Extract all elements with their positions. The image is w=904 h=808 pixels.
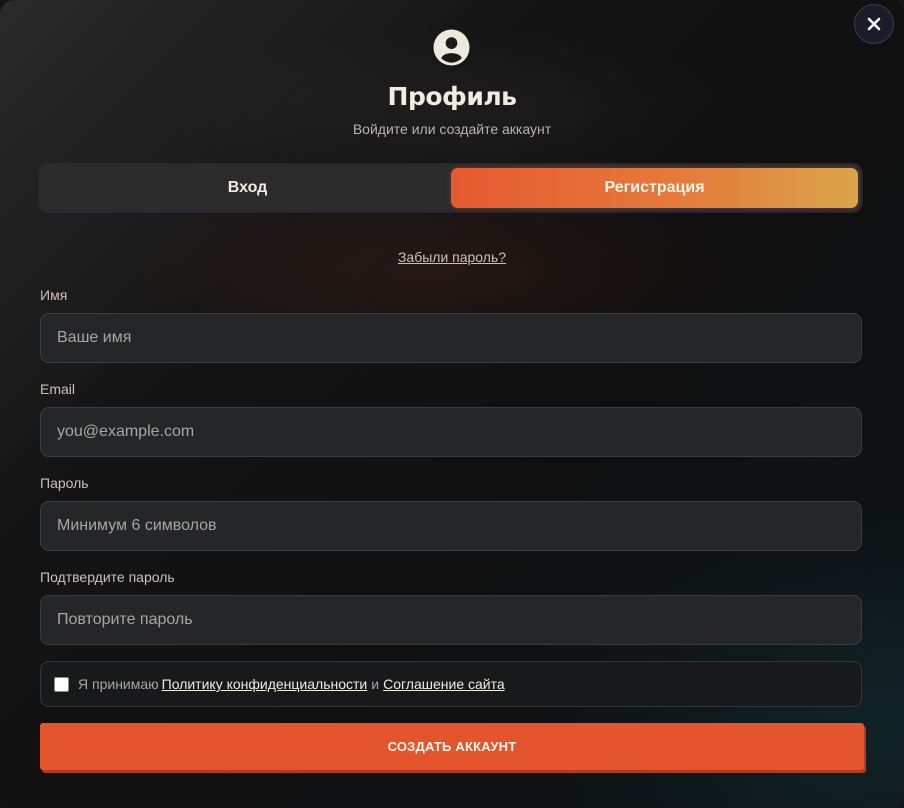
consent-row: Я принимаю Политику конфиденциальности и… xyxy=(40,661,862,707)
profile-modal: Профиль Войдите или создайте аккаунт Вхо… xyxy=(0,0,904,808)
consent-conjunction: и xyxy=(371,676,380,692)
terms-link[interactable]: Соглашение сайта xyxy=(383,676,505,692)
tab-login[interactable]: Вход xyxy=(44,168,451,208)
password-input[interactable] xyxy=(40,501,862,551)
close-button[interactable] xyxy=(854,4,894,44)
confirm-password-label: Подтвердите пароль xyxy=(40,569,175,585)
email-label: Email xyxy=(40,381,76,397)
consent-prefix: Я принимаю xyxy=(78,676,159,692)
name-label: Имя xyxy=(40,287,68,303)
email-input[interactable] xyxy=(40,407,862,457)
auth-tabs: Вход Регистрация xyxy=(40,164,862,212)
create-account-button[interactable]: СОЗДАТЬ АККАУНТ xyxy=(40,723,864,770)
user-circle-icon xyxy=(433,29,470,66)
close-icon xyxy=(867,17,881,31)
privacy-policy-link[interactable]: Политику конфиденциальности xyxy=(162,676,368,692)
page-subtitle: Войдите или создайте аккаунт xyxy=(352,121,552,137)
confirm-password-input[interactable] xyxy=(40,595,862,645)
consent-checkbox[interactable] xyxy=(54,676,69,692)
tab-register[interactable]: Регистрация xyxy=(451,168,858,208)
password-label: Пароль xyxy=(40,475,89,491)
name-input[interactable] xyxy=(40,313,862,363)
page-title: Профиль xyxy=(387,82,517,111)
forgot-password-link[interactable]: Забыли пароль? xyxy=(0,249,904,265)
